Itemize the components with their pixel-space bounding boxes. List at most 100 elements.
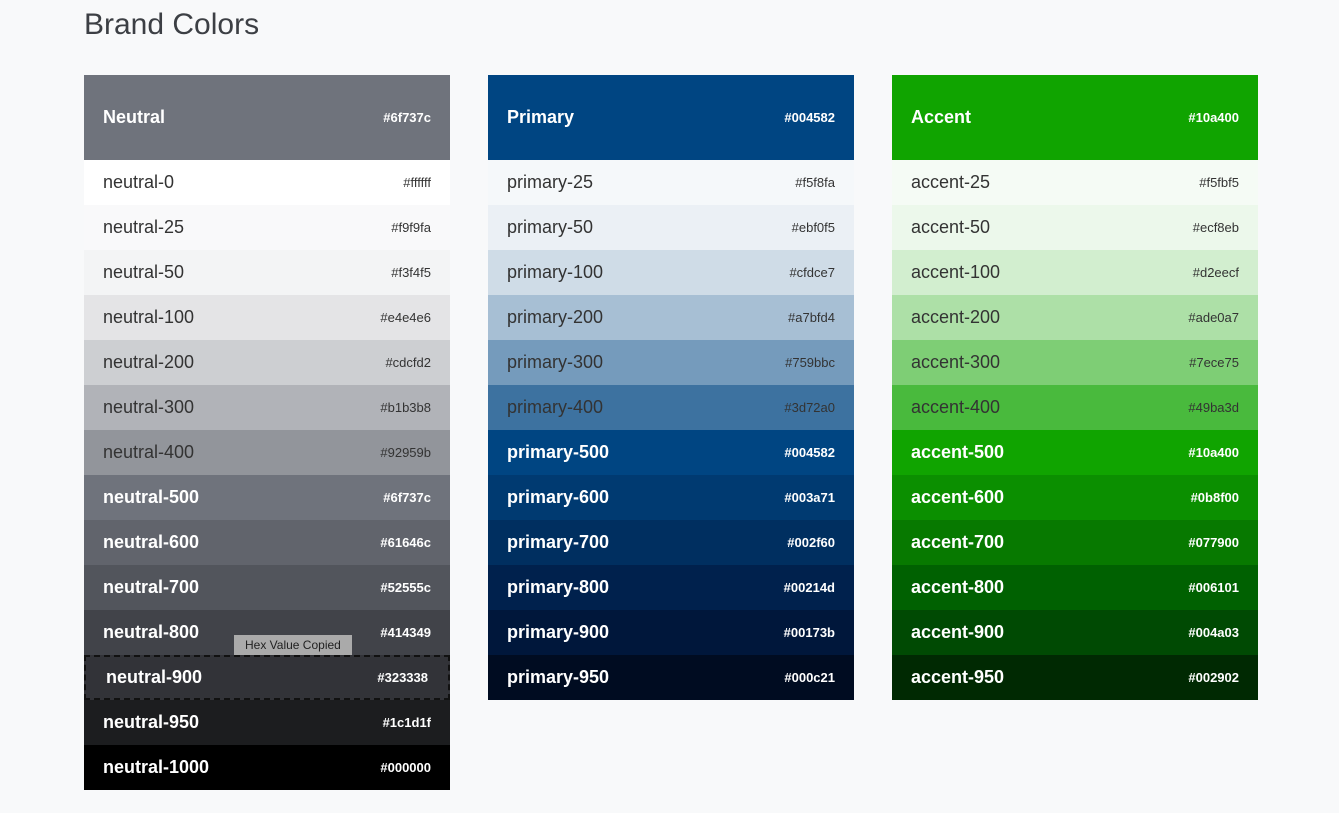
swatch-label: primary-800 [507,577,610,597]
swatch-neutral-300[interactable]: neutral-300 #b1b3b8 [84,385,450,430]
swatch-primary-100[interactable]: primary-100 #cfdce7 [488,250,854,295]
swatch-hex: #a7bfd4 [788,310,835,325]
swatch-label: neutral-800 [103,622,200,642]
swatch-label: primary-500 [507,442,610,462]
page-title: Brand Colors [84,8,260,41]
swatch-hex: #ecf8eb [1192,220,1239,235]
swatch-hex: #002f60 [787,535,835,550]
swatch-accent-400[interactable]: accent-400 #49ba3d [892,385,1258,430]
swatch-neutral-25[interactable]: neutral-25 #f9f9fa [84,205,450,250]
swatch-hex: #00173b [783,625,835,640]
swatch-accent-50[interactable]: accent-50 #ecf8eb [892,205,1258,250]
swatch-label: primary-600 [507,487,610,507]
swatch-accent-500[interactable]: accent-500 #10a400 [892,430,1258,475]
swatch-primary-600[interactable]: primary-600 #003a71 [488,475,854,520]
swatch-primary-50[interactable]: primary-50 #ebf0f5 [488,205,854,250]
swatch-hex: #000c21 [784,670,835,685]
swatch-primary-950[interactable]: primary-950 #000c21 [488,655,854,700]
swatch-label: neutral-25 [103,217,185,237]
swatch-hex: #0b8f00 [1190,490,1239,505]
swatch-hex: #cfdce7 [789,265,835,280]
swatch-hex: #d2eecf [1192,265,1239,280]
swatch-neutral-500[interactable]: neutral-500 #6f737c [84,475,450,520]
swatch-hex: #414349 [380,625,431,640]
palette-header-accent[interactable]: Accent #10a400 [892,75,1258,160]
swatch-accent-600[interactable]: accent-600 #0b8f00 [892,475,1258,520]
swatch-accent-100[interactable]: accent-100 #d2eecf [892,250,1258,295]
swatch-primary-500[interactable]: primary-500 #004582 [488,430,854,475]
swatch-label: primary-50 [507,217,594,237]
swatch-hex: #077900 [1188,535,1239,550]
swatch-neutral-950[interactable]: neutral-950 #1c1d1f [84,700,450,745]
swatch-label: accent-950 [911,667,1005,687]
swatch-hex: #002902 [1188,670,1239,685]
swatch-label: primary-700 [507,532,610,552]
swatch-hex: #004582 [784,445,835,460]
swatch-hex: #f5fbf5 [1199,175,1239,190]
swatch-neutral-1000[interactable]: neutral-1000 #000000 [84,745,450,790]
swatch-neutral-200[interactable]: neutral-200 #cdcfd2 [84,340,450,385]
swatch-neutral-400[interactable]: neutral-400 #92959b [84,430,450,475]
swatch-hex: #6f737c [383,490,431,505]
swatch-label: accent-300 [911,352,1001,372]
swatch-hex: #004a03 [1188,625,1239,640]
swatch-accent-200[interactable]: accent-200 #ade0a7 [892,295,1258,340]
swatch-hex: #7ece75 [1189,355,1239,370]
swatch-label: neutral-600 [103,532,200,552]
swatch-hex: #10a400 [1188,445,1239,460]
swatch-primary-400[interactable]: primary-400 #3d72a0 [488,385,854,430]
palette-header-primary[interactable]: Primary #004582 [488,75,854,160]
swatch-hex: #61646c [380,535,431,550]
swatch-neutral-700[interactable]: neutral-700 #52555c [84,565,450,610]
swatch-hex: #ffffff [403,175,431,190]
swatch-primary-900[interactable]: primary-900 #00173b [488,610,854,655]
swatch-label: accent-500 [911,442,1005,462]
swatch-hex: #e4e4e6 [380,310,431,325]
swatch-primary-300[interactable]: primary-300 #759bbc [488,340,854,385]
palette-hex: #10a400 [1188,110,1239,125]
swatch-hex: #f5f8fa [795,175,835,190]
palette-neutral: Neutral #6f737c neutral-0 #ffffff neutral-25… [84,75,450,790]
swatch-hex: #006101 [1188,580,1239,595]
swatch-hex: #92959b [380,445,431,460]
swatch-hex: #cdcfd2 [385,355,431,370]
swatch-hex: #323338 [377,670,428,685]
swatch-accent-25[interactable]: accent-25 #f5fbf5 [892,160,1258,205]
swatch-label: accent-100 [911,262,1001,282]
palette-hex: #004582 [784,110,835,125]
swatch-primary-200[interactable]: primary-200 #a7bfd4 [488,295,854,340]
swatch-accent-900[interactable]: accent-900 #004a03 [892,610,1258,655]
swatch-accent-800[interactable]: accent-800 #006101 [892,565,1258,610]
palette-accent: Accent #10a400 accent-25 #f5fbf5 accent-50 #e… [892,75,1258,700]
swatch-neutral-100[interactable]: neutral-100 #e4e4e6 [84,295,450,340]
swatch-hex: #ade0a7 [1188,310,1239,325]
copied-tooltip: Hex Value Copied [234,635,352,655]
swatch-neutral-900[interactable]: neutral-900 #323338 Hex Value Copied [84,635,450,700]
swatch-label: neutral-500 [103,487,200,507]
swatch-accent-700[interactable]: accent-700 #077900 [892,520,1258,565]
palette-header-neutral[interactable]: Neutral #6f737c [84,75,450,160]
swatch-label: accent-25 [911,172,991,192]
swatch-label: primary-100 [507,262,604,282]
swatch-primary-25[interactable]: primary-25 #f5f8fa [488,160,854,205]
swatch-neutral-50[interactable]: neutral-50 #f3f4f5 [84,250,450,295]
swatch-hex: #759bbc [785,355,835,370]
swatch-hex: #000000 [380,760,431,775]
swatch-neutral-600[interactable]: neutral-600 #61646c [84,520,450,565]
swatch-hex: #1c1d1f [382,715,431,730]
swatch-hex: #00214d [783,580,835,595]
swatch-neutral-0[interactable]: neutral-0 #ffffff [84,160,450,205]
swatch-label: neutral-300 [103,397,195,417]
swatch-label: primary-300 [507,352,604,372]
swatch-primary-800[interactable]: primary-800 #00214d [488,565,854,610]
swatch-label: neutral-1000 [103,757,210,777]
swatch-label: accent-800 [911,577,1005,597]
swatch-hex: #49ba3d [1188,400,1239,415]
palette-hex: #6f737c [383,110,431,125]
swatch-accent-950[interactable]: accent-950 #002902 [892,655,1258,700]
swatch-accent-300[interactable]: accent-300 #7ece75 [892,340,1258,385]
swatch-primary-700[interactable]: primary-700 #002f60 [488,520,854,565]
swatch-label: primary-25 [507,172,594,192]
swatch-label: neutral-200 [103,352,195,372]
swatch-label: accent-50 [911,217,991,237]
